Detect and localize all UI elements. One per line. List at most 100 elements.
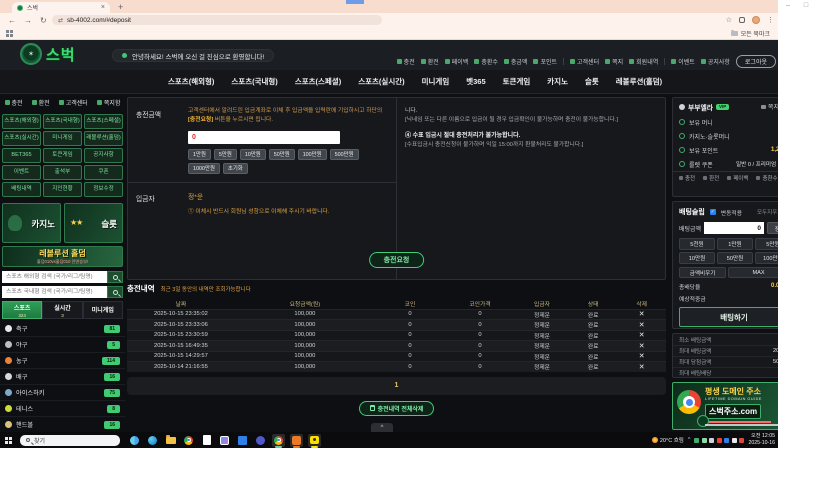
start-button-icon[interactable] [5, 437, 12, 444]
menu-sports-intl[interactable]: 스포츠(해외형) [2, 114, 41, 129]
delete-row-icon[interactable]: ✕ [617, 363, 666, 371]
utility-support[interactable]: 고객센터 [570, 57, 599, 66]
extensions-icon[interactable] [739, 17, 745, 23]
bet-10000-button[interactable]: 1만원 [717, 238, 753, 250]
tray-sound-icon[interactable] [709, 438, 714, 443]
delete-row-icon[interactable]: ✕ [617, 342, 666, 350]
bet-50000-button[interactable]: 5만원 [755, 238, 778, 250]
taskbar-clock[interactable]: 오전 12:05 2025-10-16 [748, 433, 775, 447]
clear-all-button[interactable]: 모두지우기 [757, 208, 778, 216]
menu-sports-special[interactable]: 스포츠(스페셜) [84, 114, 123, 129]
address-bar[interactable]: ⇄ sb-4002.com/#deposit [52, 15, 382, 25]
domain-banner[interactable]: 평생 도메인 주소 LIFETIME DOMAIN GUIDE 스벅주소.com [672, 382, 778, 430]
menu-notice[interactable]: 공지사항 [84, 148, 123, 163]
search-domestic-input[interactable] [2, 286, 107, 298]
tray-update-icon[interactable] [732, 438, 737, 443]
page-number[interactable]: 1 [395, 382, 399, 389]
deposit-amount-input[interactable] [188, 131, 340, 144]
nav-slot[interactable]: 슬롯 [585, 76, 599, 87]
amount-100k-button[interactable]: 10만원 [240, 149, 266, 160]
minitab-exchange[interactable]: 충환수 [756, 174, 777, 182]
amount-10k-button[interactable]: 1만원 [188, 149, 211, 160]
sport-row-baseball[interactable]: 야구5 [0, 337, 125, 353]
amount-10m-button[interactable]: 1000만원 [188, 163, 220, 174]
minitab-payback[interactable]: 페이백 [727, 174, 748, 182]
tray-alert-icon[interactable] [739, 438, 744, 443]
scroll-to-top-button[interactable]: ^ [371, 423, 393, 432]
logout-button[interactable]: 로그아웃 [736, 55, 776, 68]
nav-sports-intl[interactable]: 스포츠(해외형) [168, 76, 214, 87]
quick-support[interactable]: 고객센터 [59, 98, 88, 107]
delete-row-icon[interactable]: ✕ [617, 331, 666, 339]
notepad-icon[interactable] [200, 434, 213, 447]
utility-payback[interactable]: 페이백 [445, 57, 469, 66]
nav-revolution-holdem[interactable]: 레볼루션(홀덤) [616, 76, 662, 87]
sport-row-basketball[interactable]: 농구114 [0, 353, 125, 369]
forward-button[interactable]: → [24, 16, 32, 25]
menu-event[interactable]: 이벤트 [2, 165, 41, 180]
new-tab-button[interactable]: + [118, 2, 123, 12]
tray-mic-icon[interactable] [717, 438, 722, 443]
nav-minigame[interactable]: 미니게임 [422, 76, 450, 87]
amount-1m-button[interactable]: 100만원 [298, 149, 327, 160]
menu-referral[interactable]: 지인현황 [43, 182, 82, 197]
place-bet-button[interactable]: 배팅하기 [679, 307, 778, 327]
tab-sports[interactable]: 스포츠324 [2, 301, 42, 319]
quick-deposit[interactable]: 충전 [5, 98, 23, 107]
bet-100000-button[interactable]: 10만원 [679, 252, 715, 264]
tab-minigame[interactable]: 미니게임 [83, 301, 123, 319]
file-explorer-icon[interactable] [164, 434, 177, 447]
empty-amount-button[interactable]: 금액비우기 [679, 267, 726, 278]
menu-holdem[interactable]: 레볼루션(홀덤) [84, 131, 123, 146]
amount-500k-button[interactable]: 50만원 [269, 149, 295, 160]
profile-avatar[interactable] [752, 16, 760, 24]
quick-inbox[interactable]: 쪽지함 [97, 98, 121, 107]
holdem-banner[interactable]: 레볼루션 홀덤 홀덤010vs홀덤010 전면승부! [2, 246, 123, 267]
max-amount-button[interactable]: MAX [728, 267, 778, 278]
sport-row-tennis[interactable]: 테니스8 [0, 401, 125, 417]
nav-tokengame[interactable]: 토큰게임 [503, 76, 531, 87]
menu-tokengame[interactable]: 토큰게임 [43, 148, 82, 163]
auto-apply-checkbox[interactable]: ✓ [710, 209, 716, 215]
minitab-withdraw[interactable]: 환전 [703, 174, 719, 182]
chrome-icon[interactable] [182, 434, 195, 447]
slot-banner[interactable]: ★★ 슬롯SLOT [64, 203, 123, 243]
casino-banner[interactable]: 카지노CASINO [2, 203, 61, 243]
menu-profile-edit[interactable]: 정보수정 [84, 182, 123, 197]
utility-history[interactable]: 회원내역 [629, 57, 658, 66]
tab-close-icon[interactable]: × [101, 4, 105, 11]
sport-row-handball[interactable]: 핸드볼16 [0, 417, 125, 432]
all-bookmarks-button[interactable]: 모든 북마크 [731, 29, 770, 38]
bookmark-star-icon[interactable]: ☆ [726, 16, 732, 24]
utility-exchange-count[interactable]: 충환수 [474, 57, 498, 66]
miniapp-active-icon[interactable] [290, 434, 303, 447]
menu-minigame[interactable]: 미니게임 [43, 131, 82, 146]
sport-row-hockey[interactable]: 아이스하키75 [0, 385, 125, 401]
menu-attendance[interactable]: 출석부 [43, 165, 82, 180]
edge-icon[interactable] [146, 434, 159, 447]
utility-points[interactable]: 포인트 [533, 57, 557, 66]
menu-bet365[interactable]: BET365 [2, 148, 41, 163]
utility-total-amount[interactable]: 충금액 [504, 57, 528, 66]
tray-green-icon[interactable] [702, 438, 707, 443]
bet-1000000-button[interactable]: 100만원 [755, 252, 778, 264]
search-intl-input[interactable] [2, 271, 107, 283]
tray-expand-icon[interactable]: ^ [688, 437, 691, 443]
browser-tab[interactable]: 스벅 × [12, 2, 110, 13]
menu-sports-domestic[interactable]: 스포츠(국내형) [43, 114, 82, 129]
back-button[interactable]: ← [8, 16, 16, 25]
weather-widget[interactable]: 20°C 흐림 [652, 436, 684, 444]
utility-event[interactable]: 이벤트 [671, 57, 695, 66]
chrome-active-icon[interactable] [272, 434, 285, 447]
amount-5m-button[interactable]: 500만원 [330, 149, 359, 160]
nav-sports-domestic[interactable]: 스포츠(국내형) [231, 76, 277, 87]
menu-bet-history[interactable]: 배팅내역 [2, 182, 41, 197]
message-button[interactable]: 쪽지 [761, 102, 778, 111]
quick-withdraw[interactable]: 환전 [32, 98, 50, 107]
bet-5000-button[interactable]: 5천원 [679, 238, 715, 250]
utility-message[interactable]: 쪽지 [605, 57, 623, 66]
taskbar-search[interactable]: 찾기 [20, 435, 120, 446]
menu-coupon[interactable]: 쿠폰 [84, 165, 123, 180]
tray-display-icon[interactable] [724, 438, 729, 443]
photos-icon[interactable] [218, 434, 231, 447]
